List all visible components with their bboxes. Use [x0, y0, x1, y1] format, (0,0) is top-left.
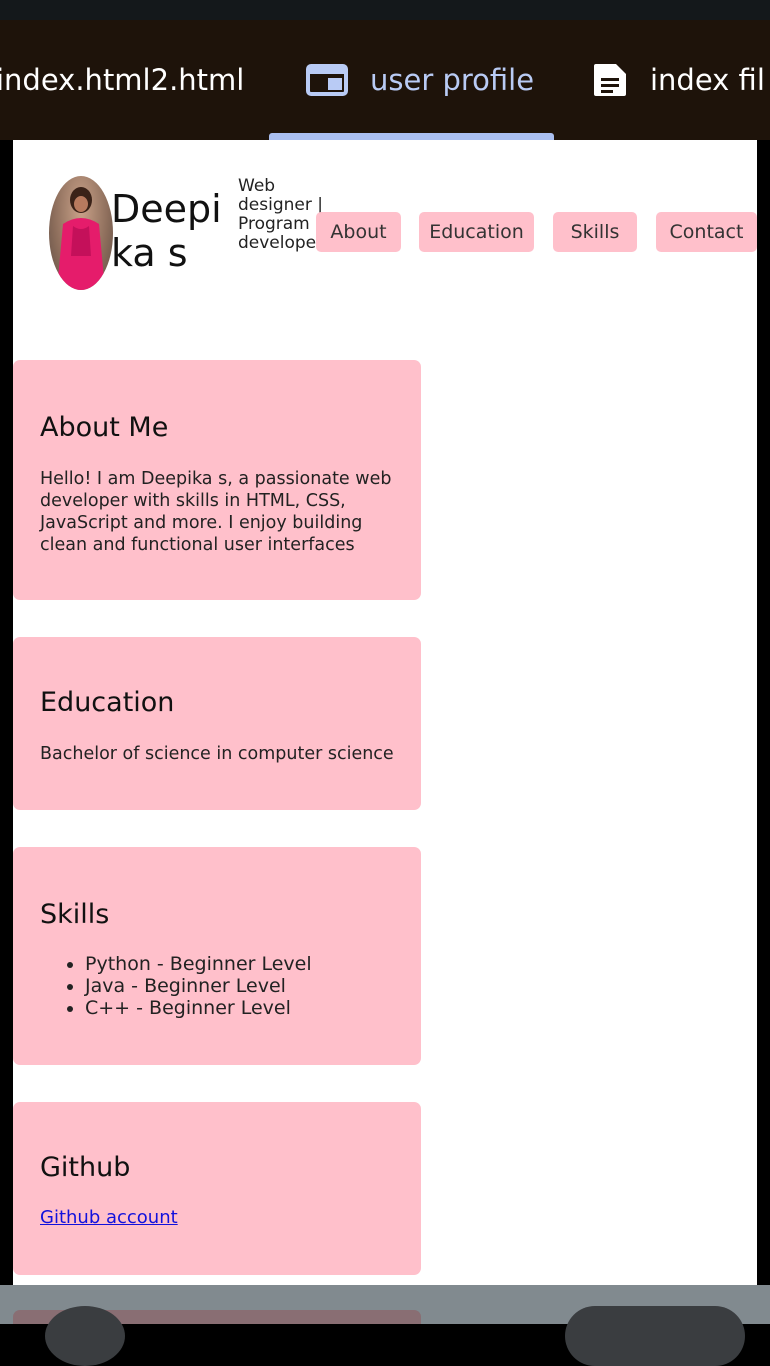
profile-header: Deepika s Web designer | Program develop… — [13, 140, 757, 310]
education-card: Education Bachelor of science in compute… — [13, 637, 421, 810]
nav-contact[interactable]: Contact — [656, 212, 757, 252]
tab-index-file[interactable]: index fil — [592, 20, 765, 140]
avatar — [49, 176, 113, 290]
skill-item: C++ - Beginner Level — [85, 997, 312, 1019]
tab-user-profile[interactable]: user profile — [306, 20, 534, 140]
profile-name: Deepika s — [111, 187, 222, 275]
nav-skills[interactable]: Skills — [553, 212, 637, 252]
floating-button-left[interactable] — [45, 1306, 125, 1366]
skills-heading: Skills — [40, 899, 110, 930]
status-bar — [0, 0, 770, 20]
skill-item: Python - Beginner Level — [85, 953, 312, 975]
education-heading: Education — [40, 687, 175, 718]
profile-subtitle: Web designer | Program developer — [238, 176, 324, 253]
active-tab-indicator — [269, 133, 554, 140]
github-link[interactable]: Github account — [40, 1207, 178, 1228]
about-heading: About Me — [40, 412, 169, 443]
tab-bar: index.html2.html user profile index fil — [0, 20, 770, 140]
nav-education[interactable]: Education — [419, 212, 534, 252]
about-card: About Me Hello! I am Deepika s, a passio… — [13, 360, 421, 600]
tab-label: index fil — [650, 63, 765, 97]
tab-label: index.html2.html — [0, 63, 245, 97]
github-card: Github Github account — [13, 1102, 421, 1275]
skills-card: Skills Python - Beginner Level Java - Be… — [13, 847, 421, 1065]
tab-index-html2[interactable]: index.html2.html — [0, 20, 244, 140]
about-text: Hello! I am Deepika s, a passionate web … — [40, 469, 392, 555]
nav-about[interactable]: About — [316, 212, 401, 252]
skill-item: Java - Beginner Level — [85, 975, 312, 997]
page-content: Deepika s Web designer | Program develop… — [13, 140, 757, 1285]
github-heading: Github — [40, 1152, 131, 1183]
education-text: Bachelor of science in computer science — [40, 744, 394, 764]
tab-label: user profile — [370, 63, 535, 97]
document-icon — [592, 62, 628, 98]
skills-list: Python - Beginner Level Java - Beginner … — [40, 953, 312, 1019]
floating-button-right[interactable] — [565, 1306, 745, 1366]
browser-window-icon — [306, 64, 348, 96]
